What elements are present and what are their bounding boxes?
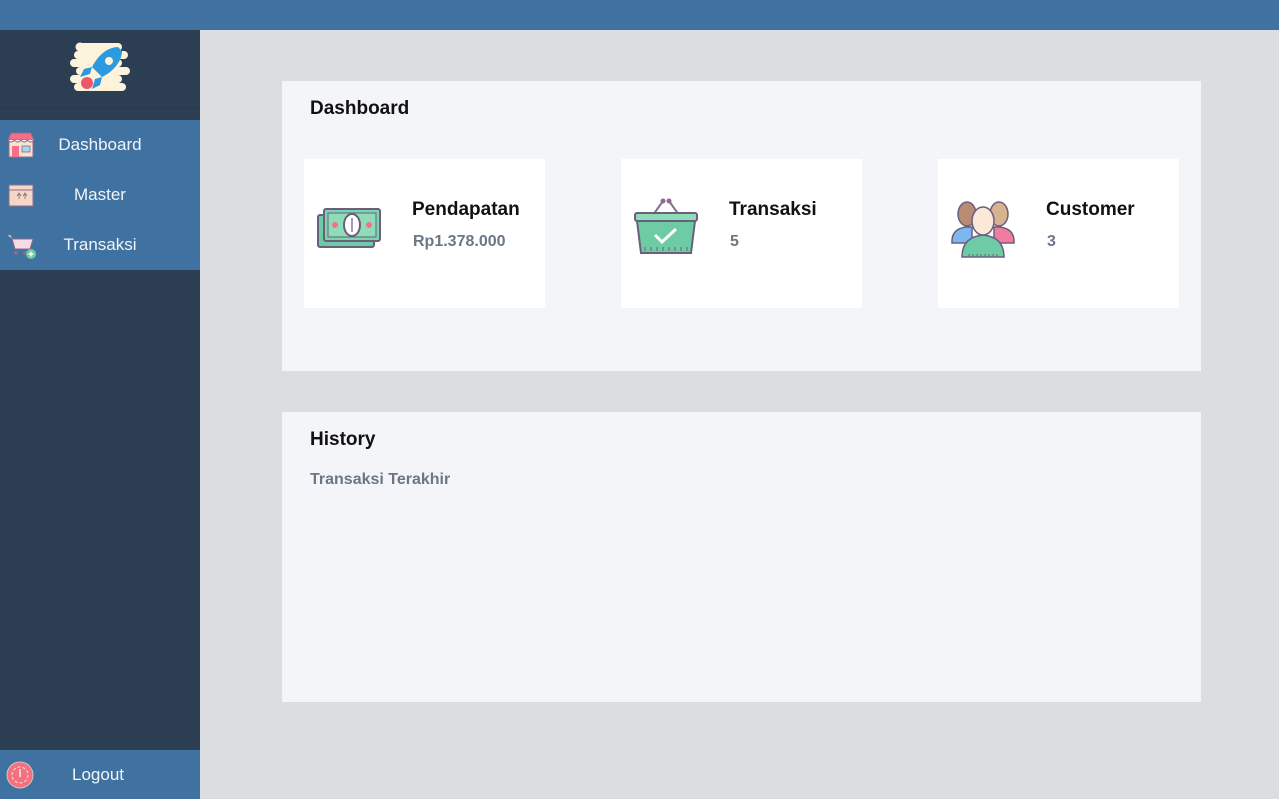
stat-value: 5 — [730, 233, 739, 250]
page-title: Dashboard — [310, 98, 410, 119]
history-panel: History Transaksi Terakhir — [282, 412, 1201, 702]
money-icon — [317, 208, 381, 248]
dashboard-panel: Dashboard Pendapatan Rp1.378.000 Transak… — [282, 81, 1201, 371]
sidebar-item-master[interactable]: Master — [0, 170, 200, 220]
stat-value: Rp1.378.000 — [413, 233, 506, 250]
stat-card-transaksi: Transaksi 5 — [621, 159, 862, 308]
history-subtitle: Transaksi Terakhir — [310, 471, 451, 488]
stat-card-customer: Customer 3 — [938, 159, 1179, 308]
sidebar-item-label: Master — [74, 185, 126, 204]
sidebar-item-transaksi[interactable]: Transaksi — [0, 220, 200, 270]
users-icon — [951, 201, 1015, 258]
stat-label: Pendapatan — [412, 199, 520, 220]
sidebar-nav: Dashboard Master Transaksi — [0, 120, 200, 270]
logo-area — [0, 30, 200, 109]
rocket-logo-icon — [70, 42, 130, 91]
logout-button[interactable]: Logout — [0, 750, 200, 799]
sidebar-item-label: Dashboard — [58, 135, 142, 154]
stat-card-pendapatan: Pendapatan Rp1.378.000 — [304, 159, 545, 308]
logout-label: Logout — [72, 765, 124, 784]
sidebar-item-dashboard[interactable]: Dashboard — [0, 120, 200, 170]
basket-icon — [634, 198, 698, 254]
stat-label: Customer — [1046, 199, 1135, 220]
history-title: History — [310, 429, 376, 450]
sidebar-item-label: Transaksi — [63, 235, 137, 254]
top-bar — [0, 0, 1279, 30]
stat-value: 3 — [1047, 233, 1056, 250]
sidebar: Dashboard Master Transaksi Logout — [0, 30, 200, 799]
stat-label: Transaksi — [729, 199, 817, 220]
